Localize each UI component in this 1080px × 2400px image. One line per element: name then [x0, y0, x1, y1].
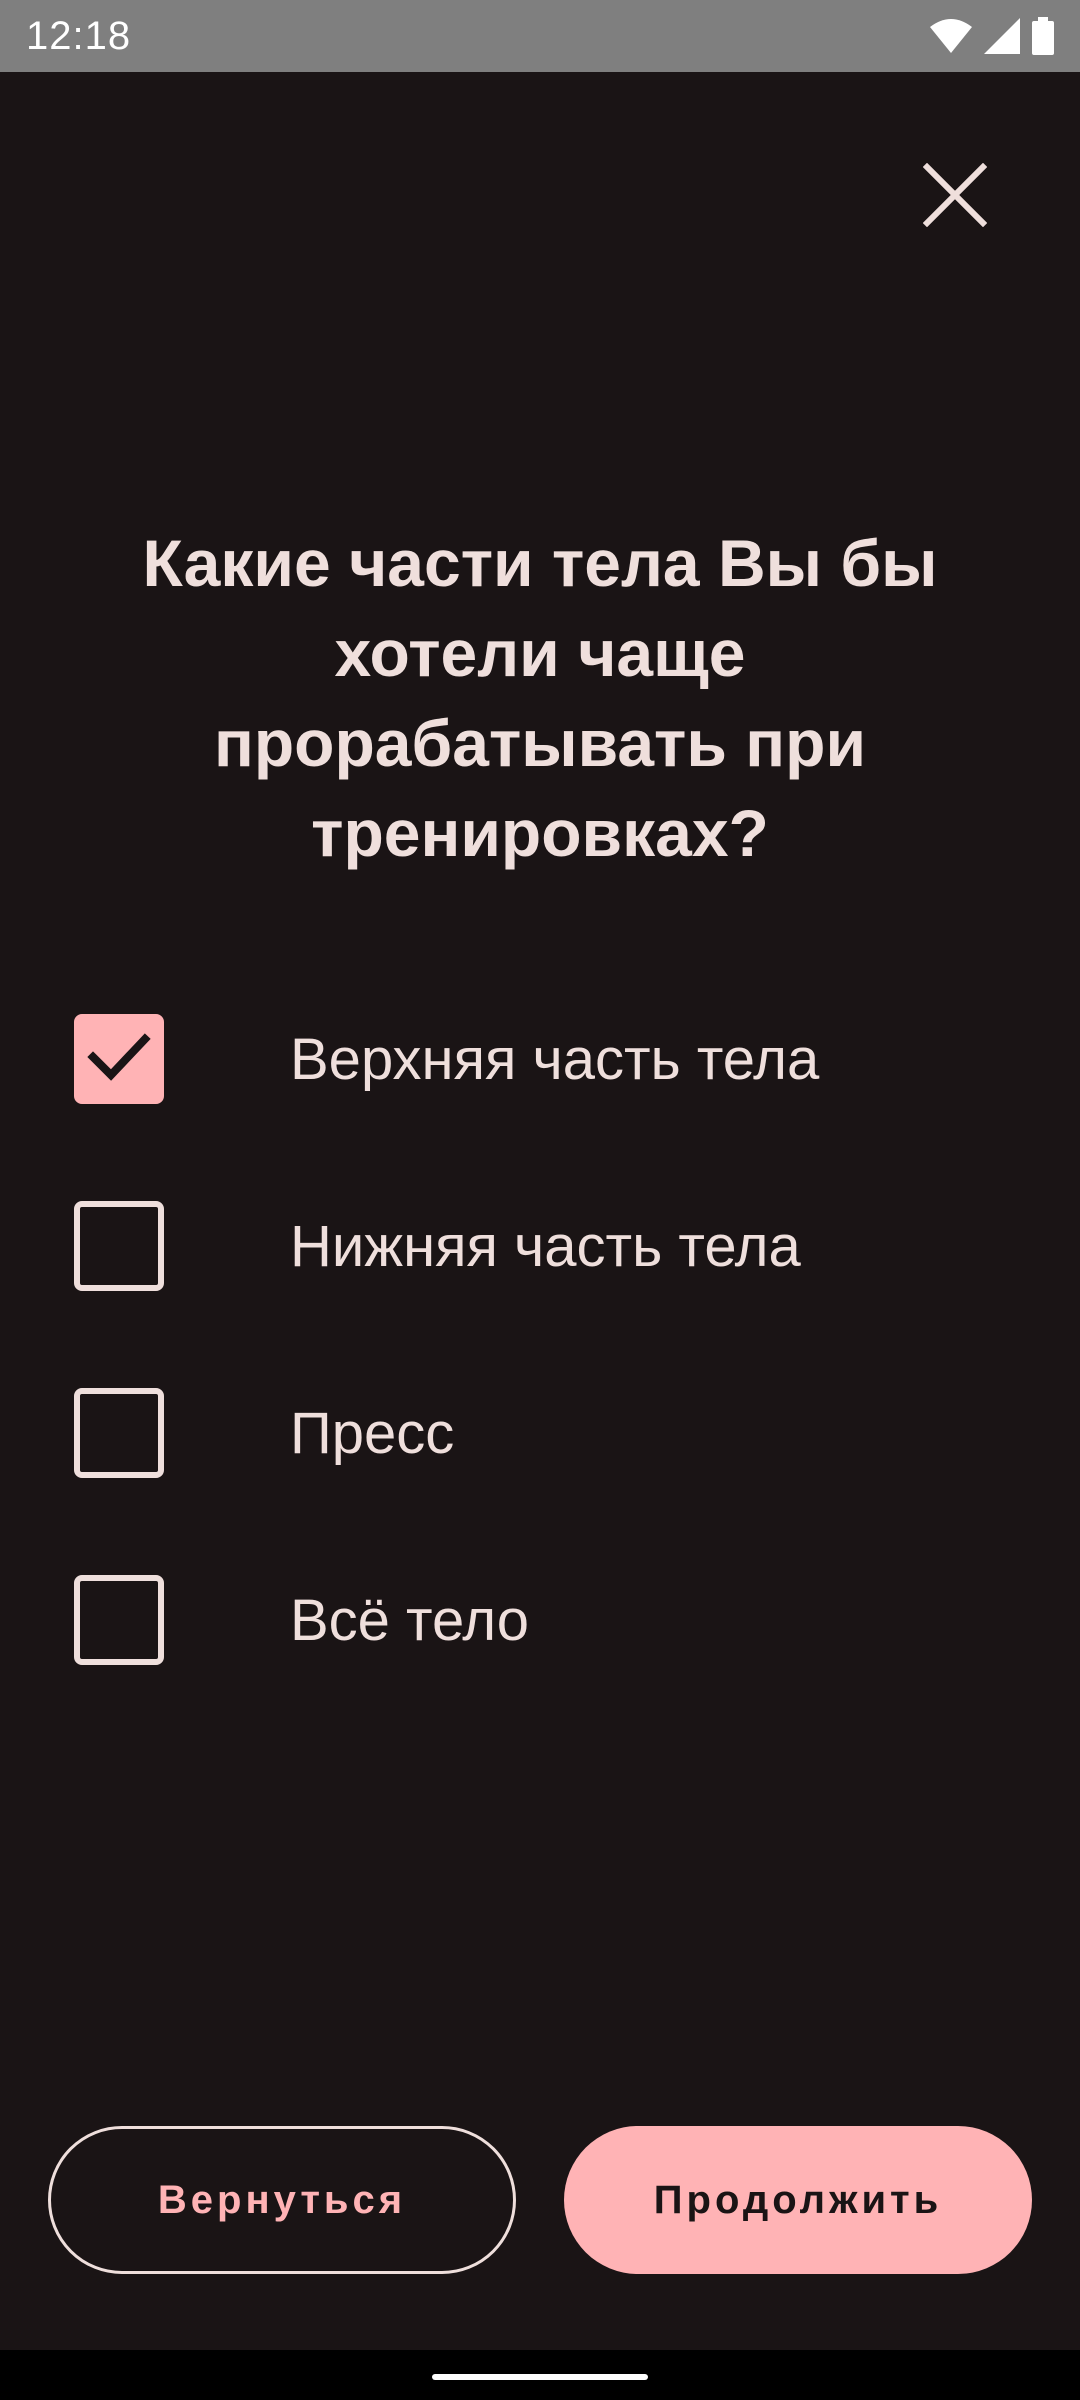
option-lower-body[interactable]: Нижняя часть тела	[74, 1199, 1014, 1293]
cellular-signal-icon	[984, 18, 1020, 54]
close-button[interactable]	[910, 152, 1000, 242]
status-icons	[930, 17, 1054, 55]
option-label: Всё тело	[290, 1587, 530, 1653]
option-upper-body[interactable]: Верхняя часть тела	[74, 1012, 1014, 1106]
back-button[interactable]: Вернуться	[48, 2126, 516, 2274]
gesture-handle[interactable]	[432, 2374, 648, 2380]
status-bar: 12:18	[0, 0, 1080, 72]
checkbox-upper-body[interactable]	[74, 1014, 164, 1104]
checkbox-lower-body[interactable]	[74, 1201, 164, 1291]
checkbox-abs[interactable]	[74, 1388, 164, 1478]
close-icon	[922, 162, 988, 232]
option-label: Нижняя часть тела	[290, 1213, 801, 1279]
question-title: Какие части тела Вы бы хотели чаще прора…	[142, 526, 938, 870]
battery-icon	[1032, 17, 1054, 55]
option-abs[interactable]: Пресс	[74, 1386, 1014, 1480]
status-time: 12:18	[26, 13, 132, 58]
checkmark-icon	[87, 1031, 151, 1088]
continue-button[interactable]: Продолжить	[564, 2126, 1032, 2274]
wifi-icon	[930, 19, 972, 53]
option-label: Верхняя часть тела	[290, 1026, 820, 1092]
option-full-body[interactable]: Всё тело	[74, 1573, 1014, 1667]
options-list: Верхняя часть тела Нижняя часть тела Пре…	[74, 1012, 1014, 1760]
option-label: Пресс	[290, 1400, 455, 1466]
onboarding-screen: 12:18 Какие части тела Вы бы хотели чаще…	[0, 0, 1080, 2400]
checkbox-full-body[interactable]	[74, 1575, 164, 1665]
